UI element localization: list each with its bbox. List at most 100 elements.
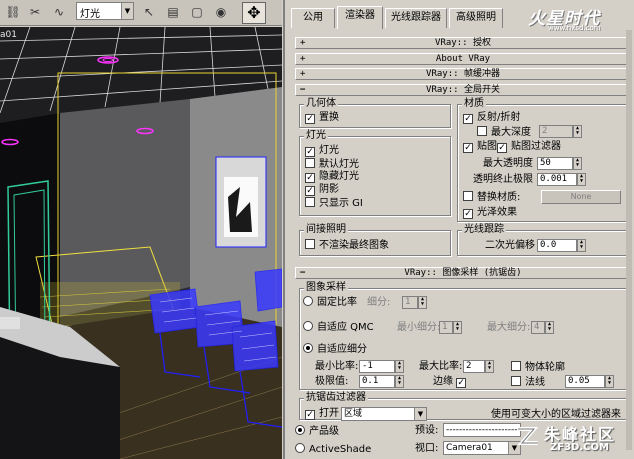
- checkbox-checked-icon: ✓: [463, 114, 473, 124]
- checkbox-unchecked-icon: [305, 197, 315, 207]
- object-outline-checkbox[interactable]: 物体轮廓: [511, 361, 565, 374]
- reflection-refraction-checkbox[interactable]: ✓ 反射/折射: [463, 112, 520, 124]
- select-object-icon[interactable]: ↖: [140, 3, 158, 21]
- radio-on-icon: [295, 425, 305, 435]
- panel-scrollbar[interactable]: [626, 30, 632, 450]
- camera-viewport[interactable]: a01: [0, 27, 282, 459]
- group-title: 灯光: [304, 130, 328, 142]
- spinner-arrows-icon[interactable]: ▲ ▼: [485, 360, 494, 373]
- displacement-checkbox[interactable]: ✓ 置换: [305, 112, 339, 124]
- threshold-label: 极限值:: [315, 376, 349, 387]
- watermark-url: ZF3D.COM: [550, 442, 609, 453]
- max-subdivs-spinner[interactable]: 4 ▲ ▼: [531, 321, 554, 334]
- normals-spinner[interactable]: 0.05 ▲ ▼: [565, 375, 614, 388]
- threshold-spinner[interactable]: 0.1 ▲ ▼: [359, 375, 404, 388]
- spinner-arrows-icon[interactable]: ▲ ▼: [577, 239, 586, 252]
- rollout-title: VRay:: 图像采样 (抗锯齿): [404, 268, 522, 278]
- radio-label: 自适应 QMC: [317, 322, 374, 333]
- aa-filter-dropdown[interactable]: 区域 ▼: [341, 407, 427, 421]
- move-icon[interactable]: ✥: [242, 2, 266, 24]
- viewport-label-text: 视口:: [415, 443, 439, 454]
- adaptive-subdivision-radio[interactable]: 自适应细分: [303, 343, 367, 356]
- spinner-arrows-icon[interactable]: ▲ ▼: [395, 375, 404, 388]
- radio-label: ActiveShade: [309, 444, 372, 455]
- checkbox-checked-icon: ✓: [305, 186, 315, 196]
- rollout-image-sampler[interactable]: − VRay:: 图像采样 (抗锯齿): [295, 267, 631, 279]
- select-link-icon[interactable]: ⛓: [4, 3, 22, 21]
- spinner-value: 0.0: [540, 240, 557, 250]
- rollout-global-switches[interactable]: − VRay:: 全局开关: [295, 84, 631, 96]
- max-depth-spinner[interactable]: 2 ▲ ▼: [539, 125, 582, 138]
- layer-select-value: 灯光: [80, 9, 100, 20]
- radio-label: 固定比率: [317, 297, 357, 308]
- max-depth-checkbox[interactable]: 最大深度: [477, 126, 531, 139]
- checkbox-checked-icon: ✓: [497, 143, 507, 153]
- layer-select[interactable]: 灯光 ▼: [76, 2, 134, 20]
- min-rate-spinner[interactable]: -1 ▲ ▼: [359, 360, 404, 373]
- checkbox-label: 边缘: [433, 376, 453, 387]
- rollout-authorization[interactable]: + VRay:: 授权: [295, 37, 631, 49]
- override-material-button[interactable]: None: [541, 190, 621, 204]
- no-final-render-checkbox[interactable]: 不渲染最终图象: [305, 239, 389, 252]
- checkbox-label: 默认灯光: [319, 159, 359, 170]
- max-subdivs-label: 最大细分:: [487, 322, 531, 333]
- fixed-rate-radio[interactable]: 固定比率: [303, 296, 357, 309]
- spinner-arrows-icon[interactable]: ▲ ▼: [418, 296, 427, 309]
- spinner-arrows-icon[interactable]: ▲ ▼: [395, 360, 404, 373]
- secondary-bias-label: 二次光偏移: [485, 240, 535, 251]
- spinner-arrows-icon[interactable]: ▲ ▼: [573, 157, 582, 170]
- transparency-cutoff-spinner[interactable]: 0.001 ▲ ▼: [537, 173, 586, 186]
- min-subdivs-spinner[interactable]: 1 ▲ ▼: [439, 321, 462, 334]
- spinner-arrows-icon[interactable]: ▲ ▼: [453, 321, 462, 334]
- tab-common[interactable]: 公用: [291, 8, 335, 28]
- rollout-about[interactable]: + About VRay: [295, 53, 631, 65]
- rollout-title: VRay:: 帧缓冲器: [426, 69, 500, 79]
- aa-filter-description: 使用可变大小的区域过滤器来: [491, 409, 621, 420]
- radio-label: 产品级: [309, 426, 339, 437]
- spinner-arrows-icon[interactable]: ▲ ▼: [605, 375, 614, 388]
- select-by-name-icon[interactable]: ▤: [164, 3, 182, 21]
- viewport-label: a01: [0, 30, 17, 40]
- hidden-lights-checkbox[interactable]: ✓ 隐藏灯光: [305, 171, 359, 183]
- default-lights-checkbox[interactable]: 默认灯光: [305, 158, 359, 171]
- minus-icon: −: [300, 268, 306, 278]
- secondary-bias-spinner[interactable]: 0.0 ▲ ▼: [537, 239, 586, 252]
- max-rate-spinner[interactable]: 2 ▲ ▼: [463, 360, 494, 373]
- tab-advanced-lighting[interactable]: 高级照明: [449, 8, 503, 28]
- spinner-arrows-icon[interactable]: ▲ ▼: [577, 173, 586, 186]
- spinner-arrows-icon[interactable]: ▲ ▼: [545, 321, 554, 334]
- rect-region-icon[interactable]: ▢: [188, 3, 206, 21]
- tab-renderer[interactable]: 渲染器: [337, 6, 383, 29]
- activeshade-radio[interactable]: ActiveShade: [295, 443, 371, 456]
- filter-maps-checkbox[interactable]: ✓ 贴图过滤器: [497, 141, 561, 153]
- adaptive-qmc-radio[interactable]: 自适应 QMC: [303, 321, 374, 334]
- radio-off-icon: [295, 443, 305, 453]
- unlink-icon[interactable]: ✂: [26, 3, 44, 21]
- subdivs-spinner[interactable]: 1 ▲ ▼: [402, 296, 427, 309]
- override-material-checkbox[interactable]: 替换材质:: [463, 191, 520, 204]
- max-transparency-spinner[interactable]: 50 ▲ ▼: [537, 157, 582, 170]
- dropdown-value: 区域: [344, 409, 363, 419]
- preset-label: 预设:: [415, 425, 439, 436]
- max-rate-label: 最大比率:: [419, 361, 463, 372]
- rollout-framebuffer[interactable]: + VRay:: 帧缓冲器: [295, 68, 631, 80]
- maps-checkbox[interactable]: ✓ 贴图: [463, 141, 497, 153]
- lights-checkbox[interactable]: ✓ 灯光: [305, 145, 339, 157]
- gi-only-checkbox[interactable]: 只显示 GI: [305, 197, 363, 210]
- window-crossing-icon[interactable]: ◉: [212, 3, 230, 21]
- zf3d-logo-icon: [517, 427, 539, 445]
- shadows-checkbox[interactable]: ✓ 阴影: [305, 184, 339, 196]
- spinner-arrows-icon[interactable]: ▲ ▼: [573, 125, 582, 138]
- radio-label: 自适应细分: [317, 344, 367, 355]
- glossy-effects-checkbox[interactable]: ✓ 光泽效果: [463, 207, 517, 219]
- spinner-value: -1: [362, 361, 373, 371]
- production-radio[interactable]: 产品级: [295, 425, 339, 438]
- tab-raytracer[interactable]: 光线跟踪器: [385, 8, 447, 28]
- checkbox-checked-icon: ✓: [305, 410, 315, 420]
- bind-spacewarp-icon[interactable]: ∿: [50, 3, 68, 21]
- checkbox-label: 隐藏灯光: [319, 171, 359, 182]
- checkbox-label: 置换: [319, 112, 339, 123]
- edge-checkbox[interactable]: 边缘 ✓: [433, 376, 470, 388]
- aa-filter-on-checkbox[interactable]: ✓ 打开: [305, 408, 339, 420]
- normals-checkbox[interactable]: 法线: [511, 376, 545, 389]
